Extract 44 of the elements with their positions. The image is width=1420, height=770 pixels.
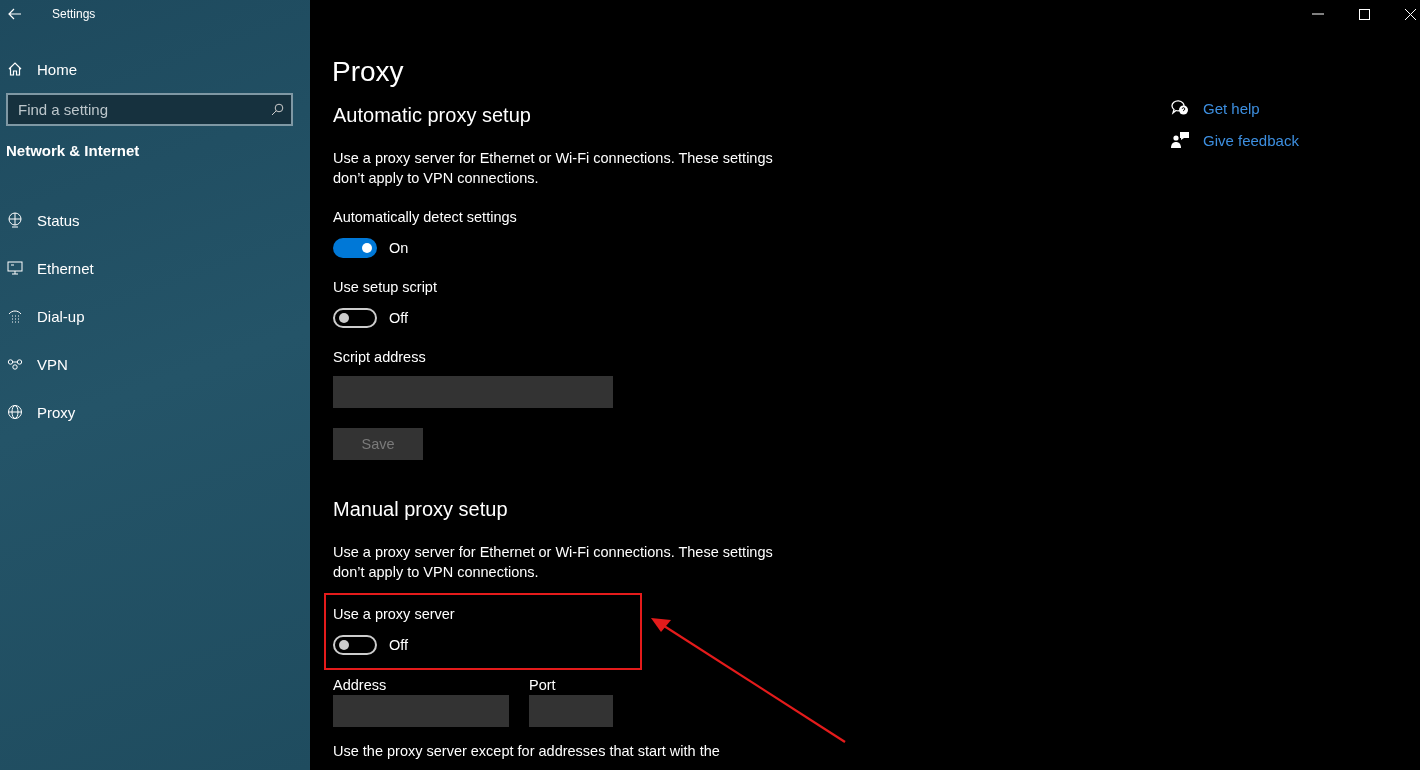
toggle-state-text: Off: [389, 310, 409, 326]
field-label: Port: [529, 677, 557, 693]
field-label: Address: [333, 677, 388, 693]
person-feedback-icon: [1171, 132, 1189, 148]
port-field[interactable]: [529, 695, 613, 727]
globe-monitor-icon: [7, 212, 23, 228]
help-link[interactable]: Give feedback: [1203, 131, 1299, 149]
maximize-icon[interactable]: [1359, 8, 1370, 20]
close-icon[interactable]: [1405, 8, 1416, 20]
vpn-icon: [7, 356, 23, 372]
toggle-switch[interactable]: [333, 308, 377, 328]
description-text: Use a proxy server for Ethernet or Wi-Fi connections. These settings don’t apply to VPN connections.: [333, 149, 774, 188]
toggle-switch[interactable]: [333, 238, 377, 258]
phone-icon: [7, 308, 23, 324]
toggle-state-text: Off: [389, 637, 409, 653]
description-text: Use a proxy server for Ethernet or Wi-Fi connections. These settings don’t apply to VPN connections.: [333, 543, 774, 582]
monitor-icon: [7, 260, 23, 276]
sidebar-item[interactable]: Dial-up: [0, 292, 310, 340]
toggle-state-text: On: [389, 240, 409, 256]
home-nav-item[interactable]: Home: [0, 45, 310, 93]
setting-label: Use setup script: [333, 279, 438, 296]
sidebar-item[interactable]: VPN: [0, 340, 310, 388]
sidebar-item[interactable]: Proxy: [0, 388, 310, 436]
toggle-switch[interactable]: [333, 635, 377, 655]
section-heading: Automatic proxy setup: [333, 103, 532, 128]
search-icon: [271, 103, 284, 116]
section-heading: Manual proxy setup: [333, 497, 509, 522]
help-link[interactable]: Get help: [1203, 99, 1260, 117]
setting-label: Use a proxy server: [333, 606, 456, 623]
field-label: Script address: [333, 349, 427, 366]
chat-question-icon: [1171, 100, 1189, 116]
section-heading: Network & Internet: [5, 141, 141, 161]
address-field[interactable]: [333, 695, 509, 727]
back-arrow-icon[interactable]: [8, 8, 22, 20]
script-address-field[interactable]: [333, 376, 613, 408]
setting-label: Automatically detect settings: [333, 209, 518, 226]
window-title: Settings: [52, 7, 96, 21]
description-text: Use the proxy server except for addresses that start with the: [333, 742, 721, 761]
search-field[interactable]: Find a setting: [6, 93, 293, 126]
page-title: Proxy: [332, 55, 405, 89]
globe-icon: [7, 404, 23, 420]
sidebar-item[interactable]: Ethernet: [0, 244, 310, 292]
home-icon: [7, 61, 23, 77]
sidebar-item[interactable]: Status: [0, 196, 310, 244]
